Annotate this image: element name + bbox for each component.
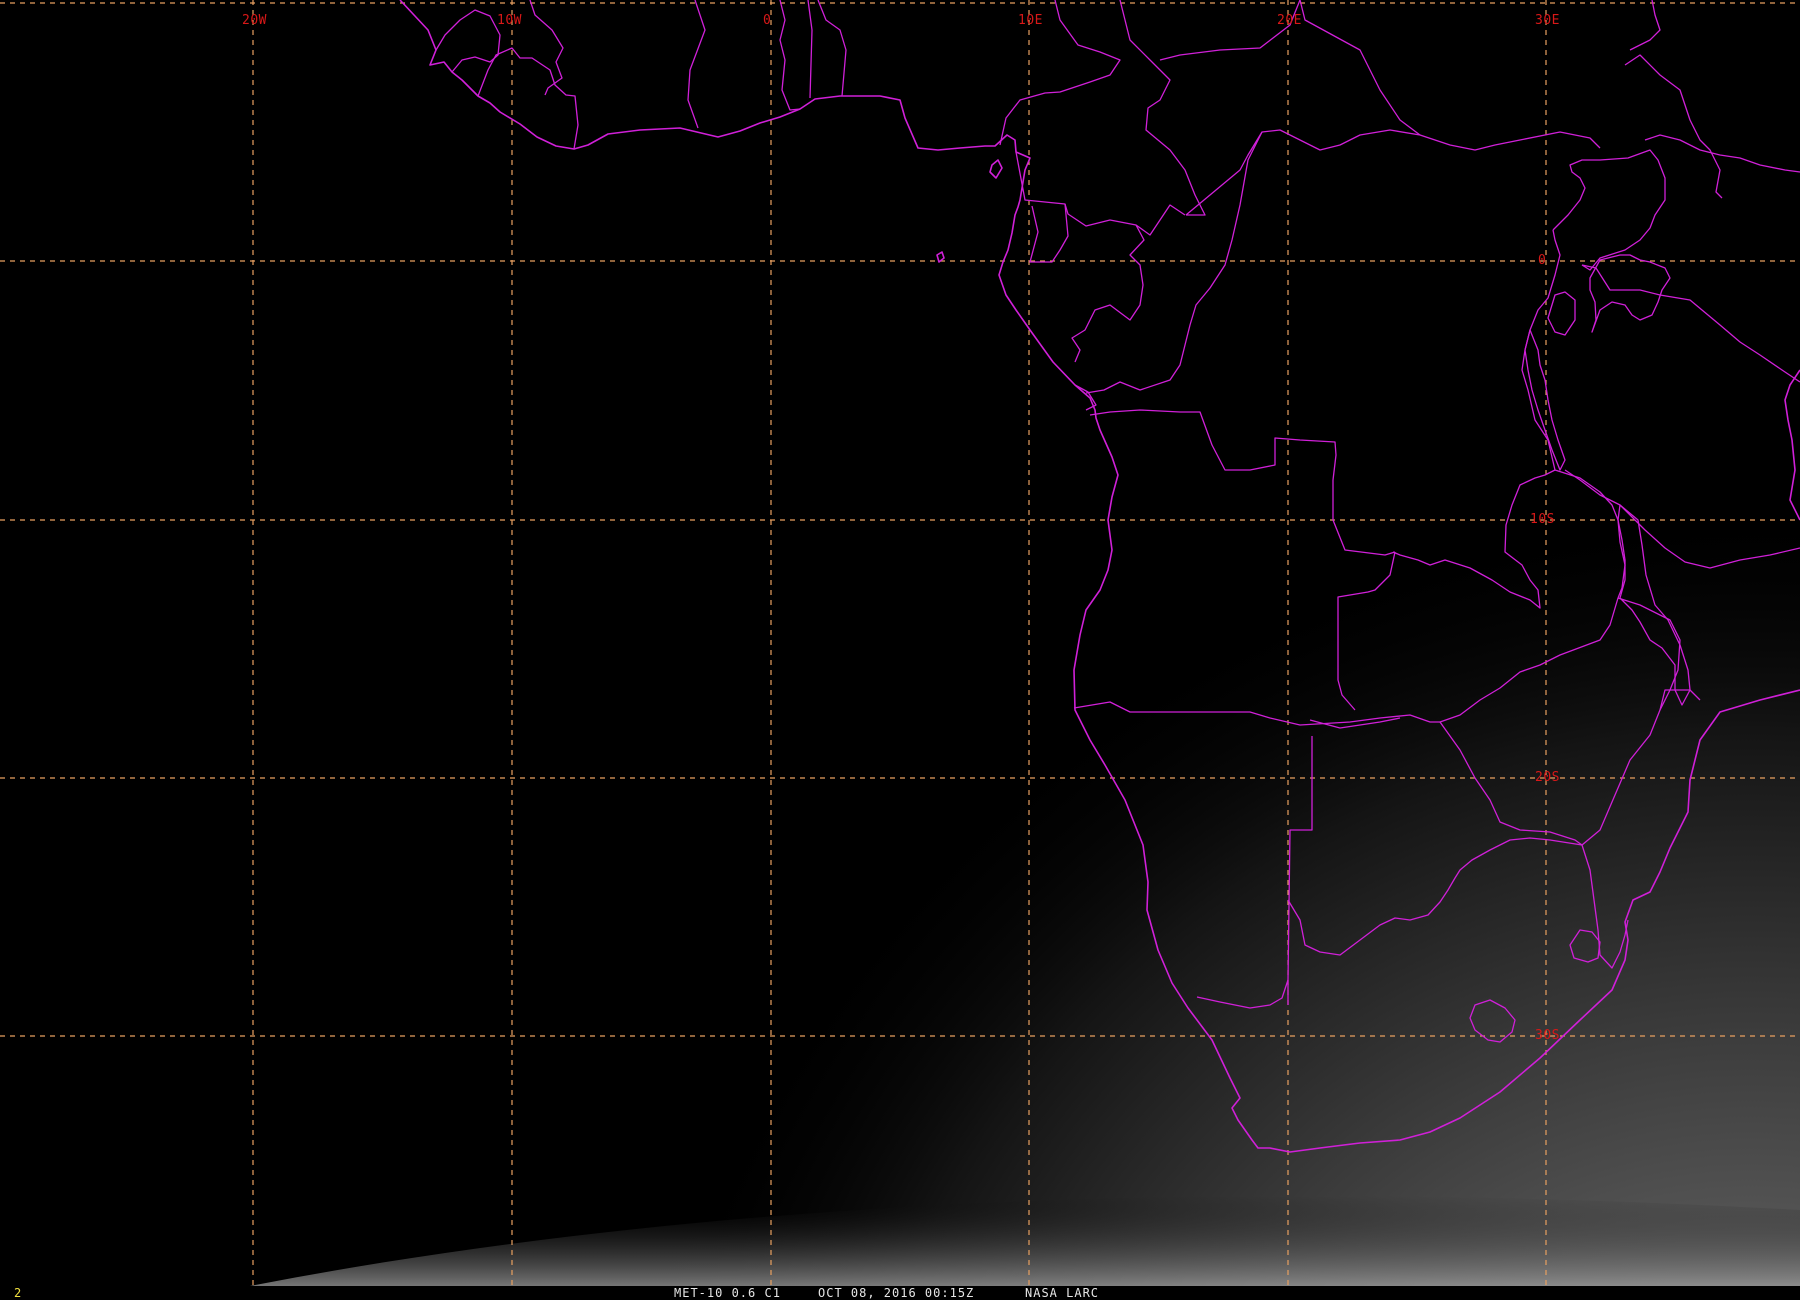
lon-label-0: 0	[763, 13, 771, 28]
sunlit-limb-glow	[0, 0, 1800, 1286]
satellite-channel: MET-10 0.6 C1	[674, 1286, 781, 1300]
data-source: NASA LARC	[1025, 1286, 1099, 1300]
lon-label-10w: 10W	[497, 13, 522, 28]
lat-label-0: 0	[1538, 253, 1546, 268]
lon-label-10e: 10E	[1018, 13, 1043, 28]
image-datetime: OCT 08, 2016 00:15Z	[818, 1286, 974, 1300]
lon-label-30e: 30E	[1535, 13, 1560, 28]
lat-label-20s: 20S	[1535, 770, 1560, 785]
lat-label-30s: 30S	[1535, 1028, 1560, 1043]
satellite-map: 20W 10W 0 10E 20E 30E 0 10S 20S 30S 2 ME…	[0, 0, 1800, 1300]
lon-label-20e: 20E	[1277, 13, 1302, 28]
frame-number: 2	[14, 1286, 21, 1300]
lat-label-10s: 10S	[1530, 512, 1555, 527]
lon-label-20w: 20W	[242, 13, 267, 28]
status-bar: 2 MET-10 0.6 C1 OCT 08, 2016 00:15Z NASA…	[0, 1286, 1800, 1300]
